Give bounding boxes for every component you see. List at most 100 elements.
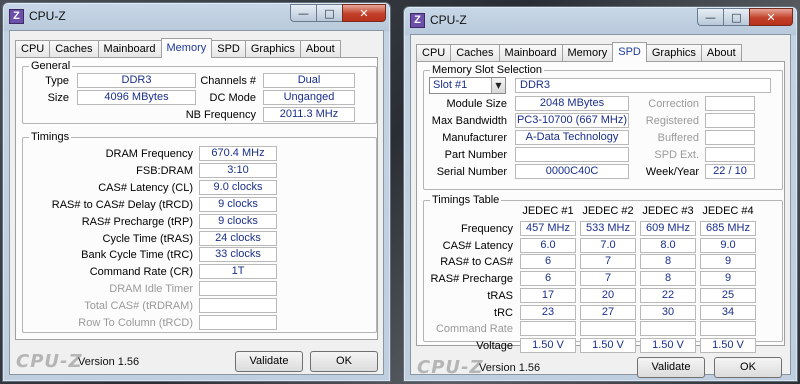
timings-cell: 1.50 V bbox=[640, 337, 696, 353]
tab-mainboard[interactable]: Mainboard bbox=[498, 44, 563, 62]
timings-cell: 8 bbox=[640, 271, 696, 287]
timing-label: DRAM Frequency bbox=[105, 148, 193, 160]
maximize-button[interactable]: □ bbox=[316, 4, 342, 22]
minimize-button[interactable]: — bbox=[697, 8, 723, 26]
memory-slot-selection-title: Memory Slot Selection bbox=[430, 64, 545, 76]
timing-label: RAS# to CAS# Delay (tRCD) bbox=[51, 198, 193, 211]
timing-label: Bank Cycle Time (tRC) bbox=[81, 249, 193, 262]
type-value: DDR3 bbox=[77, 73, 196, 88]
cpuz-app-icon[interactable]: Z bbox=[9, 9, 24, 24]
manufacturer-value: A-Data Technology bbox=[515, 130, 629, 145]
jedec-column-header: JEDEC #3 bbox=[642, 205, 694, 217]
timings-row-label: Command Rate bbox=[435, 323, 513, 336]
tab-strip: CPU Caches Mainboard Memory SPD Graphics… bbox=[15, 38, 341, 58]
tab-spd[interactable]: SPD bbox=[211, 40, 246, 58]
timings-cell: 9 bbox=[700, 254, 756, 270]
serial-number-label: Serial Number bbox=[436, 166, 507, 178]
dc-mode-label: DC Mode bbox=[209, 92, 256, 104]
jedec-column-header: JEDEC #1 bbox=[522, 205, 574, 217]
tab-cpu[interactable]: CPU bbox=[15, 40, 51, 58]
tab-strip: CPU Caches Mainboard Memory SPD Graphics… bbox=[416, 42, 742, 62]
slot-select[interactable]: Slot #1 ▼ bbox=[429, 77, 506, 94]
timings-cell: 23 bbox=[520, 304, 576, 320]
tab-caches[interactable]: Caches bbox=[450, 44, 500, 62]
timing-value: 670.4 MHz bbox=[199, 146, 277, 161]
version-label: Version 1.56 bbox=[479, 362, 541, 374]
timing-label: Total CAS# (tRDRAM) bbox=[84, 300, 193, 313]
timings-cell: 6.0 bbox=[520, 237, 576, 253]
tab-about[interactable]: About bbox=[700, 44, 742, 62]
tab-memory[interactable]: Memory bbox=[160, 38, 213, 58]
cpuz-brand-logo: CPU-Z bbox=[417, 357, 484, 378]
timings-cell: 6 bbox=[520, 254, 576, 270]
timing-value: 9 clocks bbox=[199, 196, 277, 212]
max-bandwidth-label: Max Bandwidth bbox=[431, 115, 507, 127]
chevron-down-icon[interactable]: ▼ bbox=[491, 78, 505, 93]
tab-cpu[interactable]: CPU bbox=[416, 44, 452, 62]
timings-cell: 8.0 bbox=[640, 237, 696, 253]
timing-label: Command Rate (CR) bbox=[89, 266, 193, 279]
cpuz-spd-window: Z CPU-Z — □ ✕ CPU Caches Mainboard Memor… bbox=[403, 6, 798, 382]
cpuz-app-icon[interactable]: Z bbox=[410, 13, 425, 28]
close-icon: ✕ bbox=[359, 6, 369, 20]
close-button[interactable]: ✕ bbox=[342, 4, 386, 22]
maximize-button[interactable]: □ bbox=[723, 8, 749, 26]
tab-memory[interactable]: Memory bbox=[561, 44, 614, 62]
timings-cell: 7.0 bbox=[580, 237, 636, 253]
timings-cell: 25 bbox=[700, 287, 756, 303]
validate-button[interactable]: Validate bbox=[637, 357, 705, 378]
type-label: Type bbox=[45, 75, 69, 87]
timing-value bbox=[199, 298, 277, 314]
timings-cell: 9 bbox=[700, 271, 756, 287]
nb-frequency-label: NB Frequency bbox=[185, 109, 256, 121]
size-label: Size bbox=[47, 92, 69, 104]
timings-cell: 34 bbox=[700, 304, 756, 320]
timing-value: 9 clocks bbox=[199, 213, 277, 229]
tab-graphics[interactable]: Graphics bbox=[645, 44, 702, 62]
ok-button[interactable]: OK bbox=[714, 357, 782, 378]
general-group-title: General bbox=[29, 60, 73, 72]
timing-label: Row To Column (tRCD) bbox=[78, 317, 193, 329]
minimize-button[interactable]: — bbox=[290, 4, 316, 22]
caption-buttons: — □ ✕ bbox=[697, 8, 793, 26]
memory-tab-panel: General Type DDR3 Size 4096 MBytes Chann… bbox=[15, 57, 378, 340]
week-year-label: Week/Year bbox=[645, 166, 699, 178]
manufacturer-label: Manufacturer bbox=[442, 132, 507, 144]
title-bar[interactable]: Z CPU-Z — □ ✕ bbox=[404, 7, 797, 33]
close-button[interactable]: ✕ bbox=[749, 8, 793, 26]
window-client-area: CPU Caches Mainboard Memory SPD Graphics… bbox=[410, 34, 791, 378]
timing-label: RAS# Precharge (tRP) bbox=[81, 215, 193, 228]
timings-cell: 17 bbox=[520, 287, 576, 303]
timings-row-label: RAS# to CAS# bbox=[440, 256, 513, 269]
jedec-column-header: JEDEC #2 bbox=[582, 205, 634, 217]
maximize-icon: □ bbox=[324, 6, 335, 20]
validate-button[interactable]: Validate bbox=[235, 351, 303, 372]
dc-mode-value: Unganged bbox=[263, 90, 355, 105]
week-year-value: 22 / 10 bbox=[705, 164, 755, 179]
timings-table-title: Timings Table bbox=[430, 194, 502, 206]
timings-cell: 9.0 bbox=[700, 237, 756, 253]
window-footer: CPU-Z Version 1.56 Validate OK bbox=[10, 346, 383, 376]
timings-row-label: CAS# Latency bbox=[442, 239, 513, 252]
timings-cell: 533 MHz bbox=[580, 221, 636, 236]
tab-caches[interactable]: Caches bbox=[49, 40, 99, 58]
title-bar[interactable]: Z CPU-Z — □ ✕ bbox=[3, 3, 390, 29]
part-number-value bbox=[515, 147, 629, 162]
registered-label: Registered bbox=[645, 115, 699, 127]
timing-value bbox=[199, 281, 277, 297]
timings-group-title: Timings bbox=[29, 131, 72, 143]
tab-about[interactable]: About bbox=[299, 40, 341, 58]
timings-cell: 1.50 V bbox=[580, 337, 636, 353]
tab-spd[interactable]: SPD bbox=[612, 42, 647, 62]
tab-mainboard[interactable]: Mainboard bbox=[97, 40, 162, 58]
spd-ext-label: SPD Ext. bbox=[654, 149, 699, 161]
timings-row-label: Voltage bbox=[476, 339, 513, 352]
tab-graphics[interactable]: Graphics bbox=[244, 40, 301, 58]
cpuz-memory-window: Z CPU-Z — □ ✕ CPU Caches Mainboard Memor… bbox=[2, 2, 391, 382]
jedec-column-header: JEDEC #4 bbox=[702, 205, 754, 217]
timing-label: DRAM Idle Timer bbox=[109, 283, 193, 296]
timing-label: FSB:DRAM bbox=[136, 164, 193, 177]
spd-ext-value bbox=[705, 147, 755, 162]
timings-cell: 7 bbox=[580, 271, 636, 287]
ok-button[interactable]: OK bbox=[310, 351, 378, 372]
